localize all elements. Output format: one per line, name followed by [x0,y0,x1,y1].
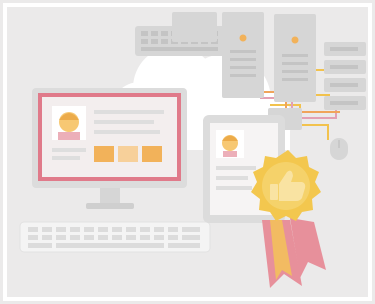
illustration-frame [0,0,375,304]
mouse-icon [330,138,348,160]
user-avatar-icon [52,106,86,140]
keyboard-icon [19,221,211,253]
tech-illustration [0,0,375,304]
